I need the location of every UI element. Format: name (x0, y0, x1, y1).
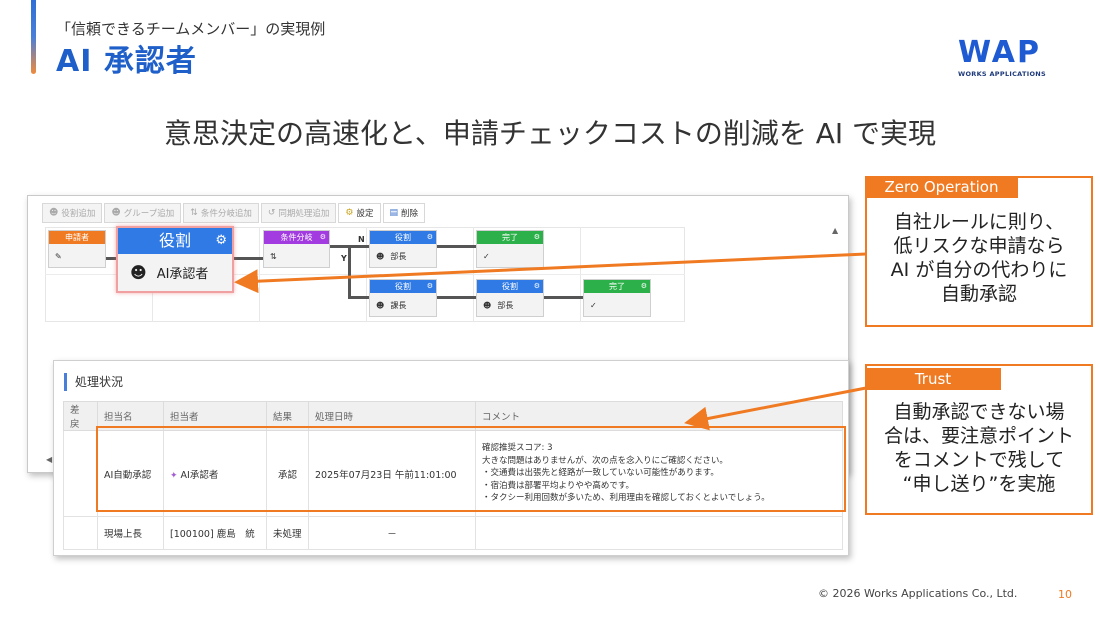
delete-icon: ▤ (389, 208, 399, 218)
gear-icon[interactable]: ⚙ (427, 231, 433, 244)
copyright: © 2026 Works Applications Co., Ltd. (818, 587, 1018, 600)
status-title: 処理状況 (64, 373, 123, 391)
callout-tag: Trust (865, 368, 1001, 390)
node-head: 申請者 (49, 231, 105, 244)
connector (437, 245, 477, 248)
node-body-label: 部長 (390, 251, 407, 261)
table-cell: [100100] 鹿島 統 (163, 516, 267, 550)
table-cell: 未処理 (266, 516, 309, 550)
table-cell: 現場上長 (97, 516, 164, 550)
add-sync-button[interactable]: ↺ 同期処理追加 (260, 203, 337, 223)
callout-zero-operation: Zero Operation 自社ルールに則り、 低リスクな申請なら AI が自… (865, 176, 1093, 327)
person-icon: ☻ (376, 251, 385, 261)
headline: 意思決定の高速化と、申請チェックコストの削減を AI で実現 (163, 117, 937, 150)
connector (348, 296, 370, 299)
table-cell (63, 516, 98, 550)
node-head: 役割 (502, 282, 518, 291)
logo-mark: WAP (958, 35, 1041, 70)
node-role-section[interactable]: 役割 ⚙ ☻ 課長 (369, 279, 437, 317)
node-done-2[interactable]: 完了 ⚙ ✓ (583, 279, 651, 317)
workflow-toolbar: ☻ 役割追加 ☻ グループ追加 ⇅ 条件分岐追加 ↺ 同期処理追加 ⚙ 設定 ▤ 削除 (42, 203, 426, 225)
settings-icon: ⚙ (345, 208, 354, 218)
node-head: 役割 (158, 231, 191, 250)
scroll-left-icon[interactable]: ◀ (46, 455, 52, 464)
node-done-1[interactable]: 完了 ⚙ ✓ (476, 230, 544, 268)
callout-line: “申し送り”を実施 (902, 473, 1056, 495)
node-head: 役割 (395, 282, 411, 291)
sync-icon: ↺ (267, 208, 276, 218)
callout-line: 自動承認できない場 (893, 401, 1065, 423)
node-body-label: 部長 (497, 300, 514, 310)
node-role-manager[interactable]: 役割 ⚙ ☻ 部長 (369, 230, 437, 268)
node-condition[interactable]: 条件分岐 ⚙ ⇅ (263, 230, 330, 268)
table-cell (63, 430, 98, 517)
add-group-button[interactable]: ☻ グループ追加 (104, 203, 182, 223)
node-head: 役割 (395, 233, 411, 242)
settings-button[interactable]: ⚙ 設定 (338, 203, 381, 223)
gear-icon[interactable]: ⚙ (427, 280, 433, 293)
gear-icon[interactable]: ⚙ (534, 280, 540, 293)
connector (229, 257, 265, 260)
logo-subtext: WORKS APPLICATIONS (958, 70, 1046, 78)
callout-line: AI が自分の代わりに (890, 259, 1068, 281)
page-number: 10 (1058, 588, 1072, 601)
highlight-box (96, 426, 846, 512)
column-header: 差 戻 (63, 401, 98, 431)
callout-line: をコメントで残して (893, 449, 1065, 471)
branch-label-yes: Y (341, 254, 347, 263)
node-head: 条件分岐 (280, 233, 313, 242)
person-icon: ☻ (130, 263, 147, 282)
gear-icon[interactable]: ⚙ (215, 228, 227, 254)
table-cell: － (308, 516, 476, 550)
person-icon: ☻ (376, 300, 385, 310)
edit-icon: ✎ (55, 251, 62, 261)
callout-trust: Trust 自動承認できない場 合は、要注意ポイント をコメントで残して “申し… (865, 364, 1093, 515)
settings-label: 設定 (356, 209, 374, 219)
group-icon: ☻ (111, 208, 121, 218)
check-icon: ✓ (483, 251, 490, 261)
table-row: 現場上長 [100100] 鹿島 統 未処理 － (63, 516, 843, 550)
callout-tag: Zero Operation (865, 176, 1018, 198)
add-condition-button[interactable]: ⇅ 条件分岐追加 (183, 203, 259, 223)
connector (544, 296, 584, 299)
callout-line: 合は、要注意ポイント (883, 425, 1074, 447)
add-role-label: 役割追加 (61, 209, 96, 219)
branch-icon: ⇅ (190, 208, 198, 218)
gear-icon[interactable]: ⚙ (534, 231, 540, 244)
branch-icon: ⇅ (270, 251, 277, 261)
branch-label-no: N (358, 235, 365, 244)
node-role-manager-2[interactable]: 役割 ⚙ ☻ 部長 (476, 279, 544, 317)
callout-line: 低リスクな申請なら (893, 235, 1065, 257)
add-group-label: グループ追加 (123, 209, 175, 219)
node-ai-approver[interactable]: 役割 ⚙ ☻ AI承認者 (116, 226, 234, 293)
connector (437, 296, 477, 299)
delete-label: 削除 (401, 209, 419, 219)
node-applicant[interactable]: 申請者 ✎ (48, 230, 106, 268)
callout-line: 自社ルールに則り、 (893, 211, 1065, 233)
table-cell (475, 516, 843, 550)
node-head: 完了 (502, 233, 518, 242)
connector (348, 245, 351, 299)
callout-line: 自動承認 (940, 283, 1017, 305)
company-logo: WAP WORKS APPLICATIONS (958, 38, 1050, 82)
check-icon: ✓ (590, 300, 597, 310)
gear-icon[interactable]: ⚙ (641, 280, 647, 293)
add-condition-label: 条件分岐追加 (200, 209, 252, 219)
page-title: AI 承認者 (56, 44, 197, 79)
person-icon: ☻ (483, 300, 492, 310)
add-sync-label: 同期処理追加 (278, 209, 330, 219)
delete-button[interactable]: ▤ 削除 (382, 203, 426, 223)
gear-icon[interactable]: ⚙ (320, 231, 326, 244)
node-body-label: AI承認者 (156, 267, 209, 282)
node-body-label: 課長 (390, 300, 407, 310)
node-head: 完了 (609, 282, 625, 291)
accent-bar (31, 0, 36, 74)
add-role-button[interactable]: ☻ 役割追加 (42, 203, 103, 223)
person-icon: ☻ (49, 208, 59, 218)
